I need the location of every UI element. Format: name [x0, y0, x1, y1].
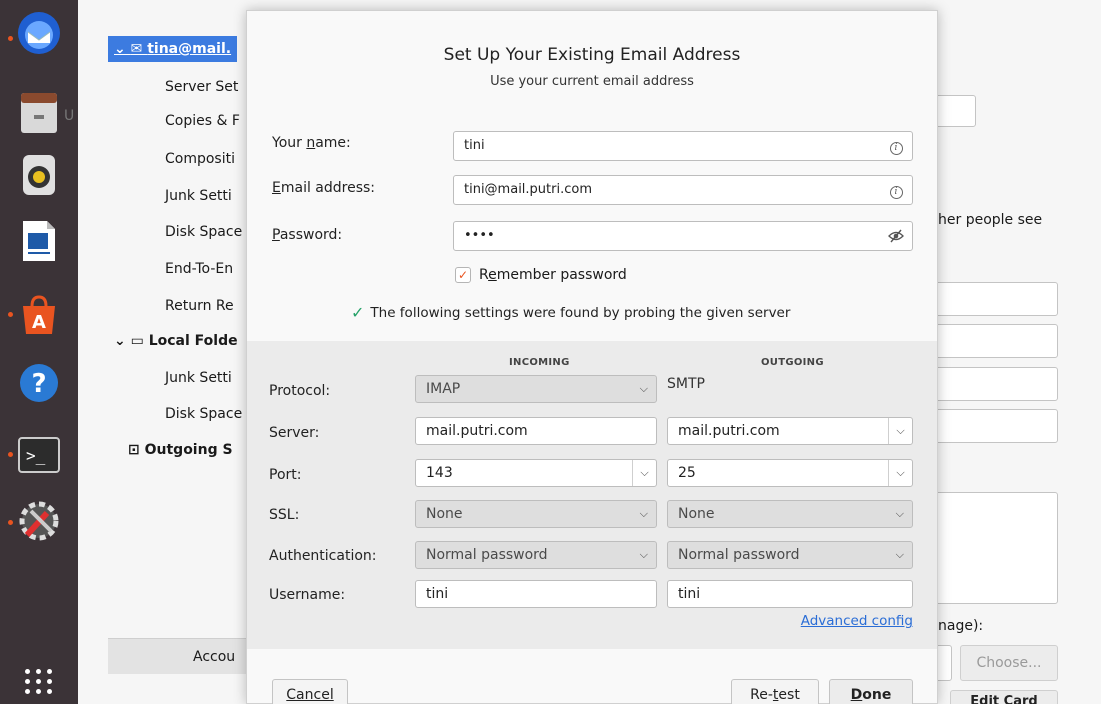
retest-button[interactable]: Re-test — [731, 679, 819, 704]
svg-text:>_: >_ — [26, 446, 46, 465]
writer-icon[interactable] — [14, 216, 64, 266]
incoming-port-combo[interactable]: 143 ⌵ — [415, 459, 657, 487]
done-button[interactable]: Done — [829, 679, 913, 704]
info-icon[interactable]: i — [888, 182, 904, 199]
tree-item-composition[interactable]: Compositi — [165, 146, 235, 172]
chevron-down-icon: ⌄ — [114, 333, 131, 349]
rhythmbox-icon[interactable] — [14, 150, 64, 200]
tree-item-server-settings[interactable]: Server Set — [165, 74, 238, 100]
info-icon[interactable]: i — [888, 138, 904, 155]
outgoing-header: OUTGOING — [761, 357, 824, 368]
partial-label: U — [64, 108, 75, 124]
remember-password-label: Remember password — [479, 267, 627, 283]
other-people-text: her people see — [938, 212, 1043, 228]
terminal-icon[interactable]: >_ — [14, 430, 64, 480]
chevron-down-icon: ⌵ — [895, 507, 904, 520]
tree-item-junk-settings[interactable]: Junk Setti — [165, 183, 232, 209]
tree-item-disk-space[interactable]: Disk Space — [165, 219, 242, 245]
help-icon[interactable]: ? — [14, 358, 64, 408]
folder-icon: ▭ — [130, 333, 149, 349]
outgoing-server-combo[interactable]: mail.putri.com ⌵ — [667, 417, 913, 445]
envelope-icon: ✉ — [130, 41, 148, 57]
tree-account-tina[interactable]: ⌄ ✉ tina@mail. — [108, 36, 238, 62]
email-input[interactable]: tini@mail.putri.com i — [453, 175, 913, 205]
bg-field-5[interactable] — [928, 409, 1058, 443]
settings-tools-icon[interactable] — [14, 496, 64, 546]
bg-field-2[interactable] — [928, 282, 1058, 316]
running-indicator — [8, 312, 13, 317]
chevron-down-icon: ⌄ — [114, 41, 131, 57]
protocol-label: Protocol: — [269, 383, 331, 399]
chevron-down-icon: ⌵ — [895, 548, 904, 561]
outgoing-server-icon: ⊡ — [128, 442, 145, 458]
app-grid-icon[interactable] — [22, 664, 56, 698]
email-label: Email address: — [272, 180, 376, 196]
svg-text:?: ? — [31, 369, 46, 399]
advanced-config-link[interactable]: Advanced config — [801, 613, 913, 629]
chevron-down-icon: ⌵ — [639, 507, 648, 520]
incoming-ssl-select[interactable]: None ⌵ — [415, 500, 657, 528]
email-setup-dialog: Set Up Your Existing Email Address Use y… — [246, 10, 938, 704]
running-indicator — [8, 520, 13, 525]
password-label: Password: — [272, 227, 343, 243]
thunderbird-icon[interactable] — [14, 8, 64, 58]
tree-outgoing-server[interactable]: ⊡ Outgoing S — [128, 437, 233, 463]
chevron-down-icon: ⌵ — [639, 382, 648, 395]
dialog-title: Set Up Your Existing Email Address — [443, 45, 741, 65]
username-label: Username: — [269, 587, 346, 603]
dialog-subtitle: Use your current email address — [490, 74, 694, 89]
cancel-button[interactable]: Cancel — [272, 679, 348, 704]
bg-field-3[interactable] — [928, 324, 1058, 358]
bg-field-4[interactable] — [928, 367, 1058, 401]
incoming-auth-select[interactable]: Normal password ⌵ — [415, 541, 657, 569]
authentication-label: Authentication: — [269, 548, 377, 564]
tree-item-end-to-end[interactable]: End-To-En — [165, 256, 233, 282]
outgoing-ssl-select[interactable]: None ⌵ — [667, 500, 913, 528]
outgoing-auth-select[interactable]: Normal password ⌵ — [667, 541, 913, 569]
ubuntu-dock: A ? >_ — [0, 0, 78, 704]
server-config-section: INCOMING OUTGOING Protocol: IMAP ⌵ SMTP S… — [247, 341, 937, 649]
port-label: Port: — [269, 467, 302, 483]
file-cabinet-icon[interactable] — [14, 88, 64, 138]
outgoing-port-combo[interactable]: 25 ⌵ — [667, 459, 913, 487]
running-indicator — [8, 452, 13, 457]
chevron-down-icon[interactable]: ⌵ — [632, 460, 656, 486]
choose-button[interactable]: Choose... — [960, 645, 1058, 681]
tree-item-copies-folders[interactable]: Copies & F — [165, 108, 240, 134]
image-label: nage): — [938, 618, 984, 634]
edit-card-button[interactable]: Edit Card — [950, 690, 1058, 704]
name-input[interactable]: tini i — [453, 131, 913, 161]
outgoing-username-input[interactable]: tini — [667, 580, 913, 608]
incoming-protocol-select[interactable]: IMAP ⌵ — [415, 375, 657, 403]
account-actions-button[interactable]: Accou — [108, 638, 258, 674]
chevron-down-icon: ⌵ — [639, 548, 648, 561]
chevron-down-icon[interactable]: ⌵ — [888, 418, 912, 444]
remember-password-row[interactable]: ✓ Remember password — [455, 267, 627, 283]
incoming-username-input[interactable]: tini — [415, 580, 657, 608]
incoming-header: INCOMING — [509, 357, 570, 368]
eye-slash-icon[interactable] — [888, 228, 904, 244]
software-store-icon[interactable]: A — [14, 290, 64, 340]
server-label: Server: — [269, 425, 320, 441]
bg-textarea[interactable] — [928, 492, 1058, 604]
password-input[interactable]: •••• — [453, 221, 913, 251]
name-label: Your name: — [272, 135, 351, 151]
chevron-down-icon[interactable]: ⌵ — [888, 460, 912, 486]
ssl-label: SSL: — [269, 507, 300, 523]
svg-text:A: A — [32, 312, 46, 333]
tree-item-return-receipts[interactable]: Return Re — [165, 293, 234, 319]
tree-item-local-junk[interactable]: Junk Setti — [165, 365, 232, 391]
remember-password-checkbox[interactable]: ✓ — [455, 267, 471, 283]
probe-result-message: ✓ The following settings were found by p… — [351, 303, 791, 322]
running-indicator — [8, 36, 13, 41]
tree-local-folders[interactable]: ⌄ ▭ Local Folde — [114, 328, 238, 354]
checkmark-icon: ✓ — [351, 303, 365, 322]
tree-item-local-disk[interactable]: Disk Space — [165, 401, 242, 427]
outgoing-protocol-text: SMTP — [667, 376, 705, 392]
incoming-server-input[interactable]: mail.putri.com — [415, 417, 657, 445]
